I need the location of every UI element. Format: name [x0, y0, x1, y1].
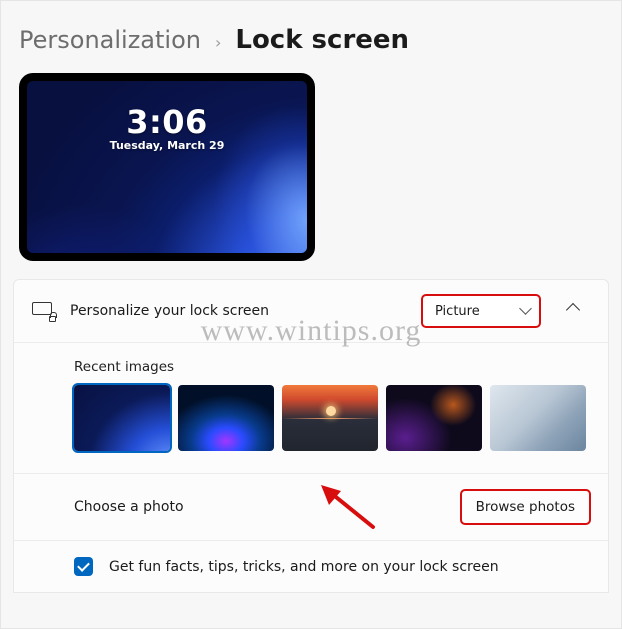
fun-facts-row: Get fun facts, tips, tricks, and more on…	[14, 540, 608, 592]
recent-image-1[interactable]	[74, 385, 170, 451]
chevron-right-icon: ›	[215, 33, 221, 52]
recent-image-4[interactable]	[386, 385, 482, 451]
recent-images-block: Recent images	[14, 342, 608, 473]
background-type-select[interactable]: Picture	[422, 295, 540, 327]
lock-screen-icon	[32, 302, 54, 320]
lock-screen-preview: 3:06 Tuesday, March 29	[19, 73, 315, 261]
chevron-up-icon	[568, 301, 578, 311]
personalize-label: Personalize your lock screen	[70, 303, 406, 319]
recent-image-2[interactable]	[178, 385, 274, 451]
recent-image-5[interactable]	[490, 385, 586, 451]
check-icon	[80, 562, 87, 571]
fun-facts-label: Get fun facts, tips, tricks, and more on…	[109, 559, 590, 575]
preview-time: 3:06	[110, 103, 225, 141]
expand-toggle[interactable]	[556, 294, 590, 328]
background-type-value: Picture	[435, 304, 480, 319]
recent-images-label: Recent images	[74, 359, 590, 375]
preview-date: Tuesday, March 29	[110, 139, 225, 152]
choose-photo-row: Choose a photo Browse photos	[14, 473, 608, 540]
chevron-down-icon	[521, 306, 531, 316]
browse-photos-button[interactable]: Browse photos	[461, 490, 590, 524]
breadcrumb-parent-personalization[interactable]: Personalization	[19, 26, 201, 54]
personalize-header-row[interactable]: Personalize your lock screen Picture	[14, 280, 608, 342]
page-title: Lock screen	[235, 25, 409, 55]
breadcrumb: Personalization › Lock screen	[1, 1, 621, 73]
personalize-card: Personalize your lock screen Picture Rec…	[13, 279, 609, 593]
recent-images-list	[74, 385, 590, 451]
choose-photo-label: Choose a photo	[74, 499, 445, 515]
fun-facts-checkbox[interactable]	[74, 557, 93, 576]
recent-image-3[interactable]	[282, 385, 378, 451]
